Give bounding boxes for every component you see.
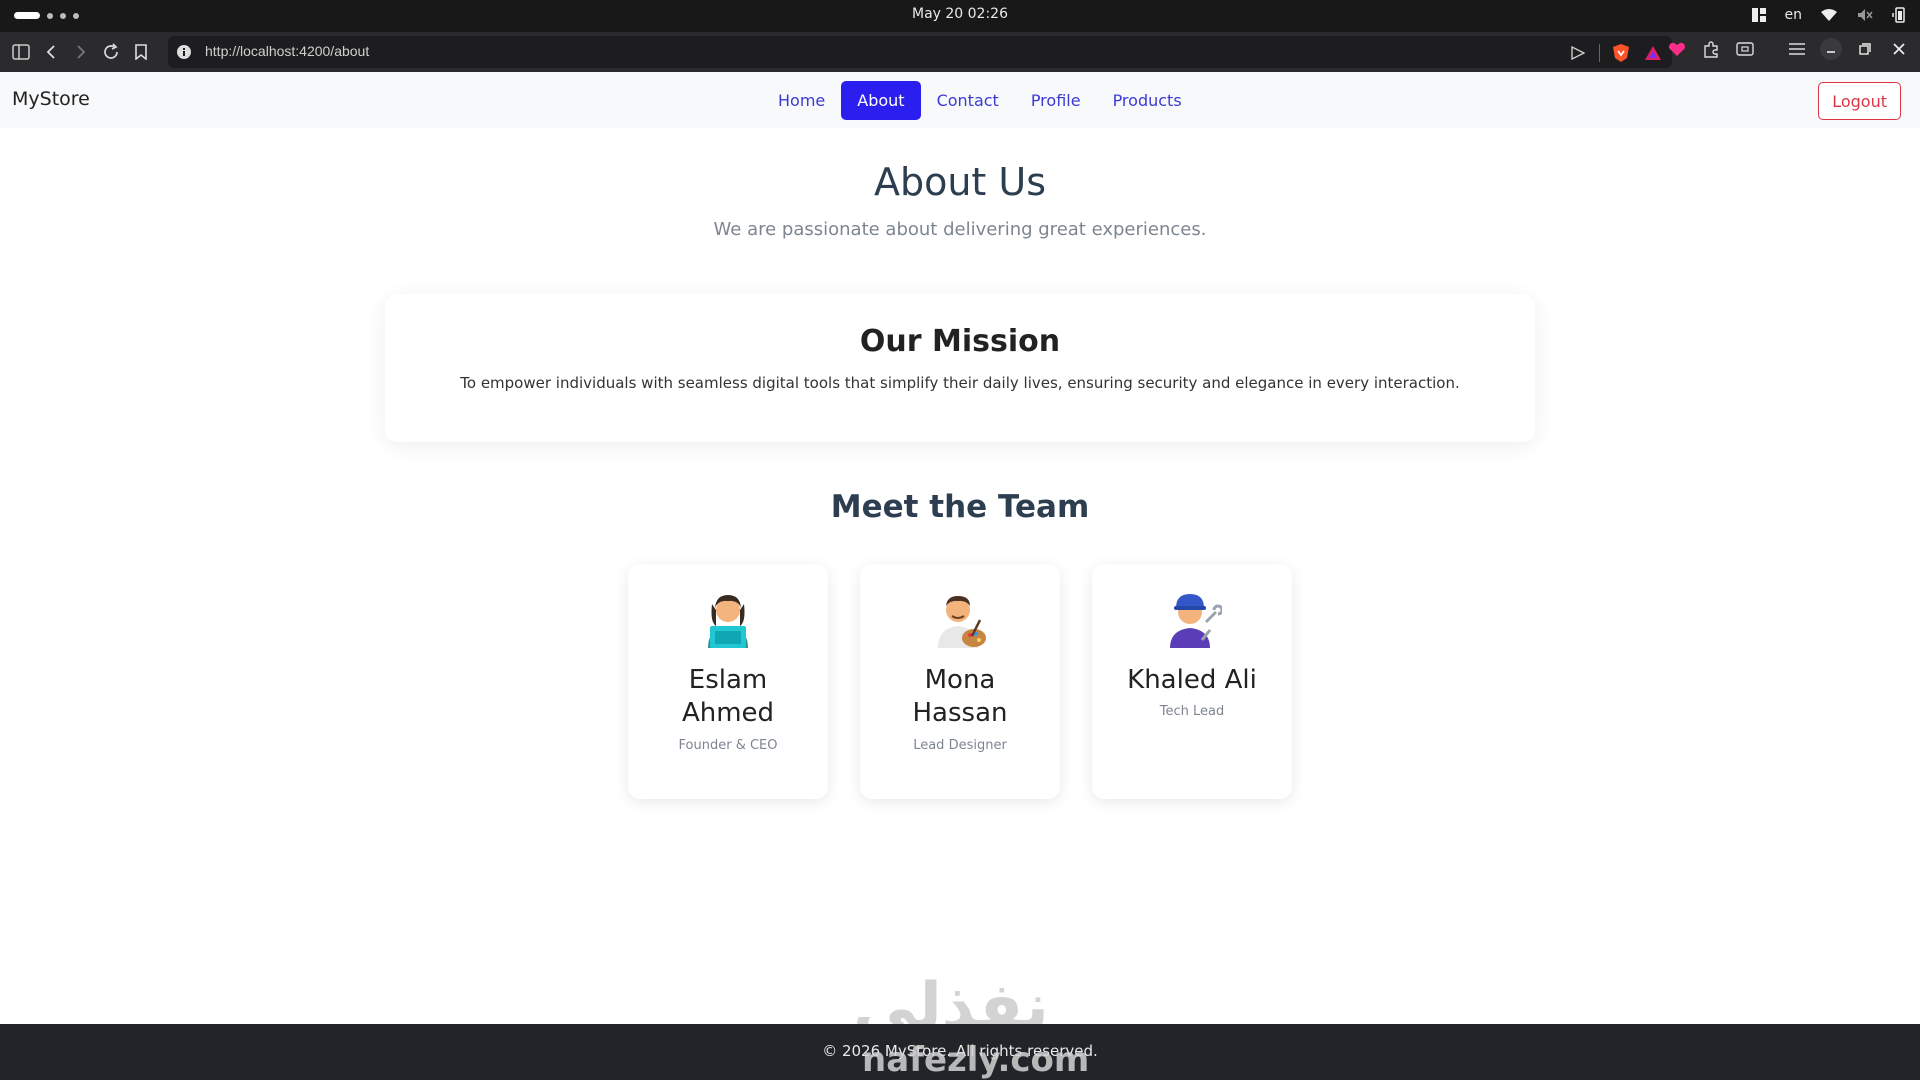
team-title: Meet the Team [830, 489, 1090, 525]
address-bar[interactable]: http://localhost:4200/about [168, 36, 1672, 68]
divider [1599, 44, 1600, 62]
team-card: Eslam Ahmed Founder & CEO [628, 564, 828, 799]
team-member-role: Lead Designer [913, 738, 1007, 753]
nav-link-contact[interactable]: Contact [921, 81, 1015, 120]
battery-icon[interactable] [1892, 5, 1906, 25]
team-member-name: Eslam Ahmed [681, 665, 775, 728]
page-title: About Us [873, 160, 1047, 204]
language-indicator[interactable]: en [1785, 5, 1803, 25]
app-navbar: MyStore Home About Contact Profile Produ… [0, 72, 1920, 128]
nav-link-about[interactable]: About [841, 81, 921, 120]
brave-shield-icon[interactable] [1610, 42, 1632, 64]
volume-muted-icon[interactable] [1856, 5, 1874, 25]
team-member-role: Tech Lead [1159, 704, 1225, 719]
site-info-icon[interactable] [176, 44, 192, 60]
wallet-icon[interactable] [1666, 38, 1688, 60]
os-top-bar: May 20 02:26 en [0, 0, 1920, 32]
browser-toolbar: http://localhost:4200/about [0, 32, 1920, 72]
mission-title: Our Mission [859, 324, 1061, 359]
mechanic-icon [1092, 590, 1292, 650]
back-icon[interactable] [38, 38, 64, 66]
menu-icon[interactable] [1786, 38, 1808, 60]
reload-icon[interactable] [98, 38, 124, 66]
nav-link-profile[interactable]: Profile [1015, 81, 1097, 120]
technologist-icon [628, 590, 828, 650]
forward-icon[interactable] [68, 38, 94, 66]
page-subtitle: We are passionate about delivering great… [713, 219, 1207, 240]
nav-links: Home About Contact Profile Products [762, 81, 1198, 120]
os-clock[interactable]: May 20 02:26 [0, 6, 1920, 22]
brave-rewards-icon[interactable] [1642, 42, 1664, 64]
nav-link-products[interactable]: Products [1097, 81, 1198, 120]
artist-icon [860, 590, 1060, 650]
team-member-role: Founder & CEO [678, 738, 778, 753]
url-text[interactable]: http://localhost:4200/about [205, 43, 369, 59]
system-tray: en [1751, 5, 1907, 25]
sidebar-toggle-icon[interactable] [8, 38, 34, 66]
mission-text: To empower individuals with seamless dig… [460, 374, 1460, 392]
nav-link-home[interactable]: Home [762, 81, 841, 120]
team-card: Mona Hassan Lead Designer [860, 564, 1060, 799]
watermark-latin: nafezly.com [862, 1040, 1090, 1080]
mission-card: Our Mission To empower individuals with … [385, 294, 1535, 442]
brand-logo[interactable]: MyStore [12, 88, 90, 110]
minimize-icon[interactable] [1820, 38, 1842, 60]
team-member-name: Khaled Ali [1127, 665, 1257, 695]
layout-icon[interactable] [1751, 5, 1767, 25]
restore-icon[interactable] [1854, 38, 1876, 60]
screenshot-icon[interactable] [1734, 38, 1756, 60]
team-member-name: Mona Hassan [912, 665, 1008, 728]
close-icon[interactable] [1888, 38, 1910, 60]
bookmark-icon[interactable] [128, 38, 154, 66]
team-card: Khaled Ali Tech Lead [1092, 564, 1292, 799]
extensions-icon[interactable] [1700, 38, 1722, 60]
wifi-icon[interactable] [1820, 5, 1838, 25]
send-icon[interactable] [1567, 42, 1589, 64]
logout-button[interactable]: Logout [1818, 82, 1901, 120]
